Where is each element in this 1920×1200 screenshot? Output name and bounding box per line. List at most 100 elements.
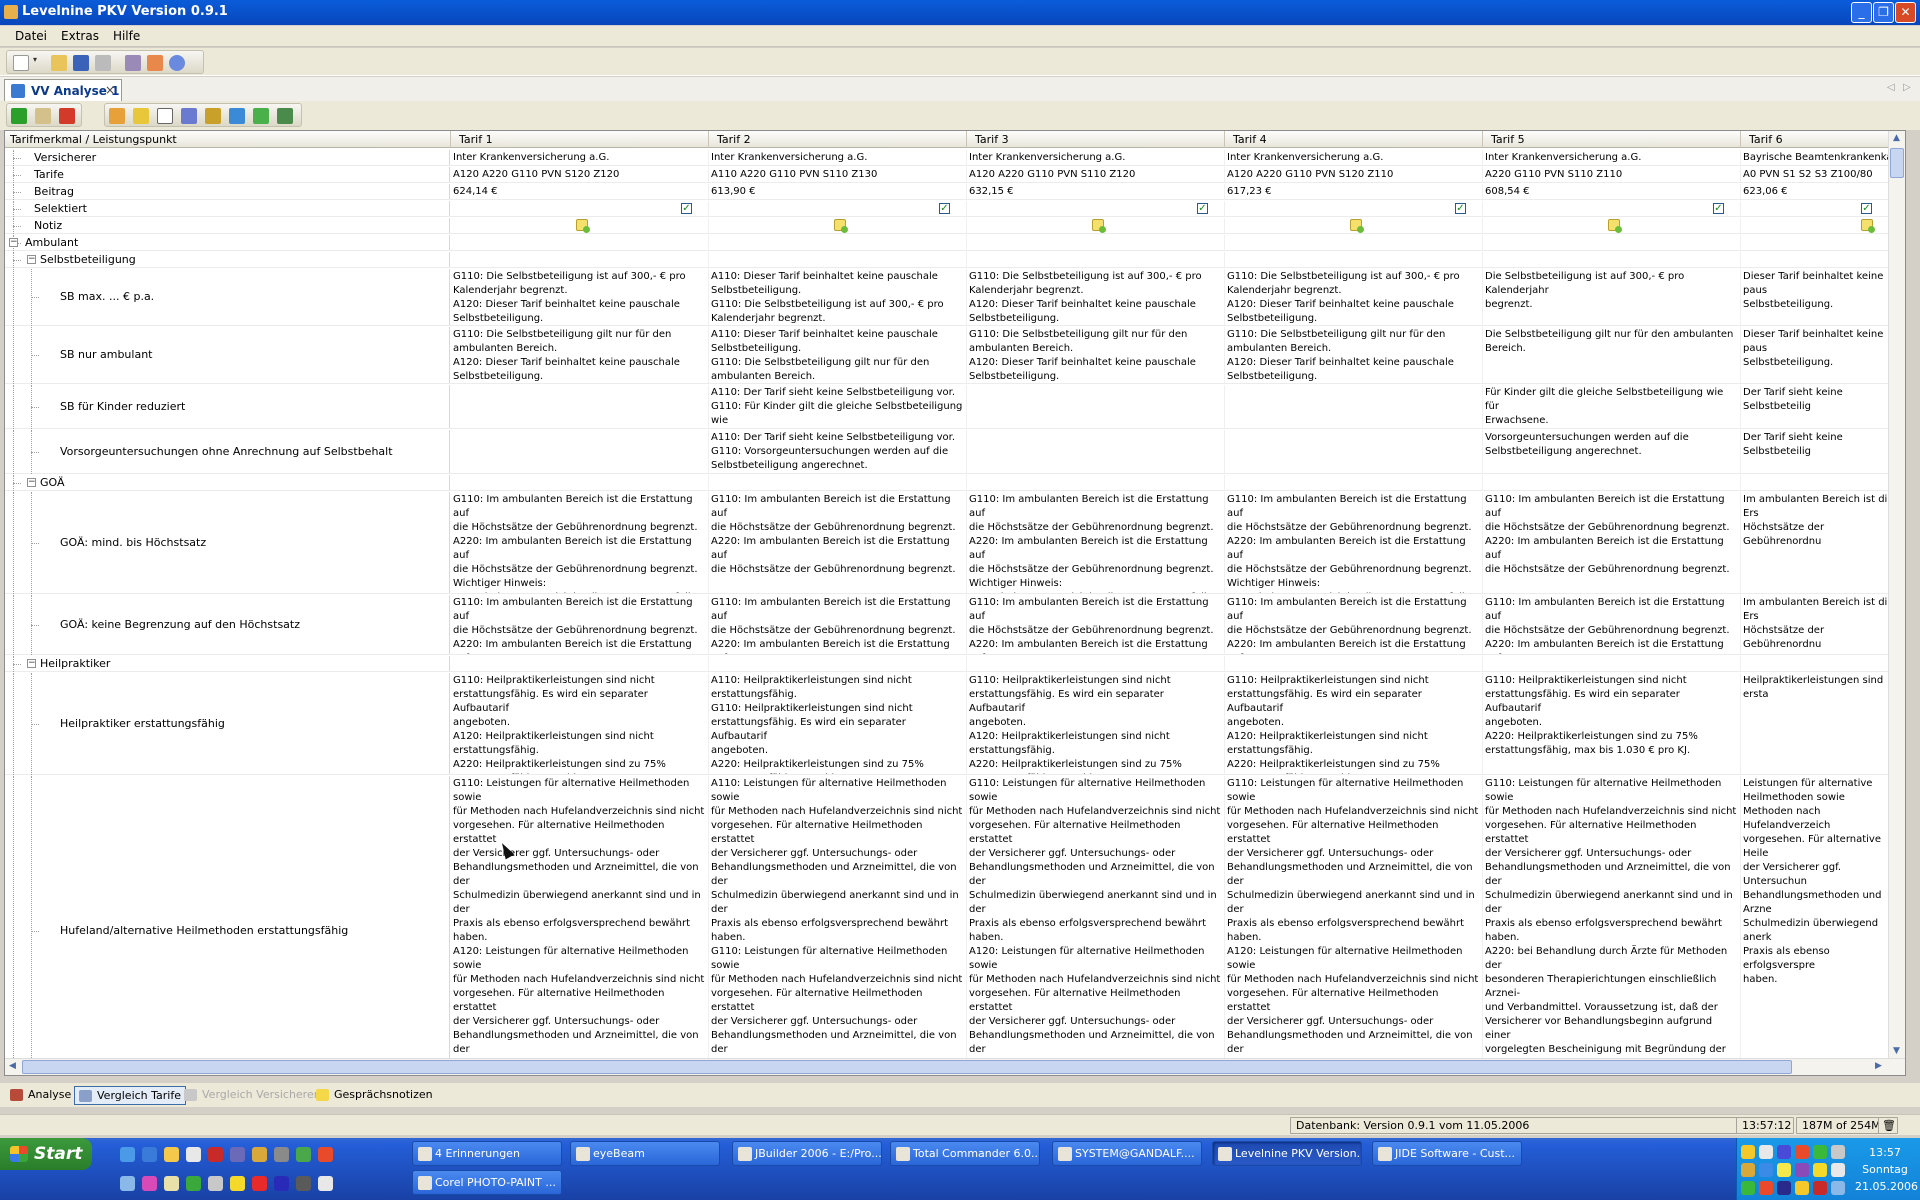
table-cell[interactable]: ✓ [1741, 201, 1905, 216]
collapse-toggle-icon[interactable]: − [9, 238, 18, 247]
table-cell[interactable]: G110: Die Selbstbeteiligung gilt nur für… [451, 327, 709, 383]
table-row[interactable]: Heilpraktiker erstattungsfähig G110: Heil… [5, 673, 1902, 775]
table-cell[interactable]: Vorsorgeuntersuchungen werden auf die Se… [1483, 430, 1741, 473]
note-icon[interactable] [1608, 219, 1622, 233]
tray-icon[interactable] [1795, 1163, 1809, 1177]
table-cell[interactable]: A110 A220 G110 PVN S110 Z130 [709, 167, 967, 182]
scroll-up-icon[interactable]: ▲ [1889, 131, 1904, 146]
table-row[interactable]: Beitrag 624,14 €613,90 €632,15 €617,23 €6… [5, 184, 1902, 200]
new-document-icon[interactable] [13, 55, 29, 71]
quicklaunch-icon[interactable] [274, 1176, 289, 1191]
column-header-tarif-2[interactable]: Tarif 2 [709, 131, 967, 148]
sick-pay-icon[interactable] [253, 108, 269, 124]
scroll-left-icon[interactable]: ◀ [5, 1059, 20, 1074]
tab-analyse[interactable]: Analyse [6, 1086, 75, 1105]
trash-icon[interactable]: 🗑 [1878, 1117, 1898, 1134]
table-cell[interactable] [967, 656, 1225, 671]
selected-checkbox[interactable]: ✓ [1713, 203, 1724, 214]
table-cell[interactable]: A120 A220 G110 PVN S120 Z110 [1225, 167, 1483, 182]
travel-icon[interactable] [229, 108, 245, 124]
print-icon[interactable] [95, 55, 111, 71]
open-folder-icon[interactable] [51, 55, 67, 71]
quicklaunch-icon[interactable] [120, 1176, 135, 1191]
table-cell[interactable] [1225, 475, 1483, 490]
table-row[interactable]: GOÄ: mind. bis Höchstsatz G110: Im ambula… [5, 492, 1902, 594]
quicklaunch-icon[interactable] [164, 1147, 179, 1162]
tray-icon[interactable] [1795, 1181, 1809, 1195]
table-cell[interactable]: Der Tarif sieht keine Selbstbeteilig [1741, 430, 1905, 473]
table-cell[interactable]: G110: Im ambulanten Bereich ist die Erst… [1483, 595, 1741, 654]
quicklaunch-icon[interactable] [208, 1176, 223, 1191]
pencil-icon[interactable] [133, 108, 149, 124]
table-cell[interactable]: Inter Krankenversicherung a.G. [1483, 150, 1741, 165]
table-cell[interactable]: G110: Im ambulanten Bereich ist die Erst… [1225, 595, 1483, 654]
car-icon[interactable] [277, 108, 293, 124]
table-cell[interactable] [967, 475, 1225, 490]
table-row[interactable]: Tarife A120 A220 G110 PVN S120 Z120 A110 A… [5, 167, 1902, 183]
column-header-feature[interactable]: Tarifmerkmal / Leistungspunkt [5, 131, 451, 148]
quicklaunch-icon[interactable] [164, 1176, 179, 1191]
tray-icon[interactable] [1831, 1181, 1845, 1195]
table-cell[interactable]: G110: Im ambulanten Bereich ist die Erst… [451, 492, 709, 593]
table-row[interactable]: Vorsorgeuntersuchungen ohne Anrechnung a… [5, 430, 1902, 474]
quicklaunch-icon[interactable] [142, 1176, 157, 1191]
tray-icon[interactable] [1741, 1181, 1755, 1195]
quicklaunch-icon[interactable] [318, 1147, 333, 1162]
dropdown-arrow-icon[interactable]: ▾ [33, 55, 41, 71]
table-row[interactable]: SB für Kinder reduziert A110: Der Tarif s… [5, 385, 1902, 429]
table-cell[interactable]: Im ambulanten Bereich ist die Ers Höchst… [1741, 492, 1905, 593]
tray-icon[interactable] [1777, 1181, 1791, 1195]
table-cell[interactable]: G110: Im ambulanten Bereich ist die Erst… [1225, 492, 1483, 593]
table-cell[interactable]: 608,54 € [1483, 184, 1741, 199]
table-cell[interactable] [709, 475, 967, 490]
table-row[interactable]: Notiz [5, 218, 1902, 234]
table-cell[interactable] [1225, 218, 1483, 233]
table-cell[interactable] [709, 235, 967, 250]
tray-icon[interactable] [1777, 1145, 1791, 1159]
table-cell[interactable] [1225, 430, 1483, 473]
scroll-thumb[interactable] [22, 1060, 1792, 1074]
tray-icon[interactable] [1831, 1145, 1845, 1159]
table-cell[interactable]: G110: Heilpraktikerleistungen sind nicht… [967, 673, 1225, 774]
table-cell[interactable]: Die Selbstbeteiligung ist auf 300,- € pr… [1483, 269, 1741, 325]
column-header-tarif-1[interactable]: Tarif 1 [451, 131, 709, 148]
table-cell[interactable]: G110: Leistungen für alternative Heilmet… [967, 776, 1225, 1075]
table-row[interactable]: GOÄ: keine Begrenzung auf den Höchstsatz… [5, 595, 1902, 655]
table-cell[interactable]: G110: Die Selbstbeteiligung ist auf 300,… [451, 269, 709, 325]
table-cell[interactable]: G110: Im ambulanten Bereich ist die Erst… [967, 595, 1225, 654]
group-row[interactable]: − Heilpraktiker [5, 656, 1902, 672]
table-cell[interactable]: Der Tarif sieht keine Selbstbeteilig [1741, 385, 1905, 428]
horizontal-scrollbar[interactable]: ◀ ▶ [5, 1058, 1905, 1075]
table-cell[interactable]: A110: Dieser Tarif beinhaltet keine paus… [709, 327, 967, 383]
table-cell[interactable]: Inter Krankenversicherung a.G. [709, 150, 967, 165]
family-icon[interactable] [205, 108, 221, 124]
table-cell[interactable]: Leistungen für alternative Heilmethoden … [1741, 776, 1905, 1075]
note-icon[interactable] [1350, 219, 1364, 233]
table-cell[interactable]: Inter Krankenversicherung a.G. [967, 150, 1225, 165]
table-cell[interactable] [1483, 475, 1741, 490]
table-cell[interactable]: A0 PVN S1 S2 S3 Z100/80 [1741, 167, 1905, 182]
table-cell[interactable] [1483, 252, 1741, 267]
quicklaunch-icon[interactable] [274, 1147, 289, 1162]
column-header-tarif-3[interactable]: Tarif 3 [967, 131, 1225, 148]
table-cell[interactable] [709, 252, 967, 267]
tray-icon[interactable] [1813, 1163, 1827, 1177]
table-cell[interactable] [709, 218, 967, 233]
table-cell[interactable]: G110: Die Selbstbeteiligung gilt nur für… [1225, 327, 1483, 383]
table-cell[interactable]: ✓ [1483, 201, 1741, 216]
table-cell[interactable]: Im ambulanten Bereich ist die Ers Höchst… [1741, 595, 1905, 654]
table-cell[interactable]: G110: Leistungen für alternative Heilmet… [1483, 776, 1741, 1075]
quicklaunch-icon[interactable] [142, 1147, 157, 1162]
close-button[interactable]: ✕ [1895, 2, 1916, 23]
scroll-thumb[interactable] [1890, 148, 1904, 178]
tab-vergleich-tarife[interactable]: Vergleich Tarife [74, 1086, 187, 1105]
table-cell[interactable]: Inter Krankenversicherung a.G. [1225, 150, 1483, 165]
table-cell[interactable]: 632,15 € [967, 184, 1225, 199]
table-cell[interactable]: 617,23 € [1225, 184, 1483, 199]
table-cell[interactable]: G110: Heilpraktikerleistungen sind nicht… [1483, 673, 1741, 774]
check-icon[interactable] [11, 108, 27, 124]
selected-checkbox[interactable]: ✓ [939, 203, 950, 214]
table-cell[interactable] [1225, 252, 1483, 267]
note-icon[interactable] [834, 219, 848, 233]
table-cell[interactable]: 613,90 € [709, 184, 967, 199]
